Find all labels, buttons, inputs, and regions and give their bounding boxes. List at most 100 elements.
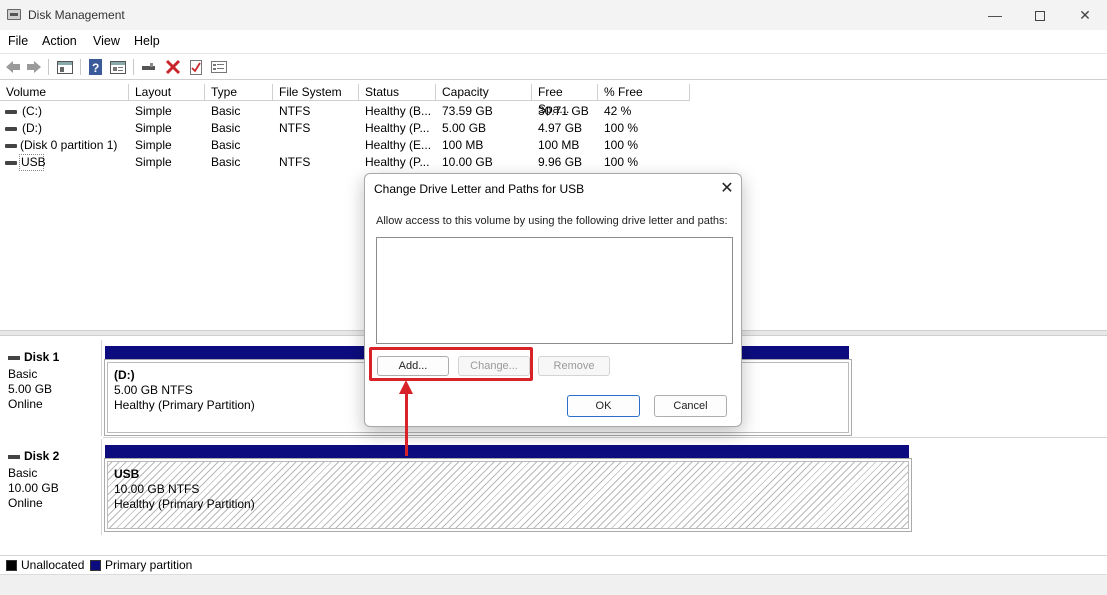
cell-volume: (C:) xyxy=(22,104,42,118)
cell-free-space: 30.71 GB xyxy=(538,104,589,118)
toolbar: ? xyxy=(0,53,1107,80)
cell-layout: Simple xyxy=(135,104,172,118)
disk-1-size: 5.00 GB xyxy=(8,382,53,396)
cell-percent-free: 100 % xyxy=(604,121,639,135)
connect-icon[interactable] xyxy=(140,58,158,76)
svg-text:?: ? xyxy=(92,61,99,75)
cell-percent-free: 100 % xyxy=(604,138,639,152)
table-row[interactable]: (Disk 0 partition 1) Simple Basic Health… xyxy=(0,137,700,154)
cell-file-system: NTFS xyxy=(279,121,311,135)
check-icon[interactable] xyxy=(187,58,205,76)
table-row-selected[interactable]: USB Simple Basic NTFS Healthy (P... 10.0… xyxy=(0,154,700,171)
cell-file-system: NTFS xyxy=(279,155,311,169)
annotation-highlight-box xyxy=(369,347,533,381)
properties-icon[interactable] xyxy=(109,58,127,76)
cell-status: Healthy (B... xyxy=(365,104,432,118)
column-header-volume[interactable]: Volume xyxy=(0,84,129,101)
close-button[interactable]: ✕ xyxy=(1062,3,1107,27)
console-tree-icon[interactable] xyxy=(56,58,74,76)
partition-status: Healthy (Primary Partition) xyxy=(114,497,255,511)
column-header-type[interactable]: Type xyxy=(205,84,273,101)
cell-percent-free: 42 % xyxy=(604,104,632,118)
list-icon[interactable] xyxy=(210,58,228,76)
forward-icon[interactable] xyxy=(25,58,43,76)
partition-size: 5.00 GB NTFS xyxy=(114,383,193,397)
status-bar xyxy=(0,574,1107,595)
disk-separator xyxy=(103,437,1107,438)
cell-file-system: NTFS xyxy=(279,104,311,118)
column-header-status[interactable]: Status xyxy=(359,84,436,101)
partition-area-selected: USB 10.00 GB NTFS Healthy (Primary Parti… xyxy=(107,461,909,529)
disk-management-app-icon xyxy=(7,9,21,20)
column-header-percent-free[interactable]: % Free xyxy=(598,84,690,101)
remove-button[interactable]: Remove xyxy=(538,356,610,376)
legend-unallocated: Unallocated xyxy=(21,558,85,572)
legend-primary-partition: Primary partition xyxy=(105,558,193,572)
disk-1-type: Basic xyxy=(8,367,38,381)
minimize-button[interactable]: — xyxy=(972,3,1018,27)
legend: Unallocated Primary partition xyxy=(0,555,1107,573)
cell-capacity: 10.00 GB xyxy=(442,155,493,169)
cell-type: Basic xyxy=(211,104,241,118)
disk-2-partition-usb[interactable]: USB 10.00 GB NTFS Healthy (Primary Parti… xyxy=(104,458,912,532)
dialog-close-button[interactable]: ✕ xyxy=(716,178,738,200)
window-title: Disk Management xyxy=(28,8,125,22)
cell-capacity: 100 MB xyxy=(442,138,484,152)
cell-free-space: 100 MB xyxy=(538,138,580,152)
cancel-button[interactable]: Cancel xyxy=(654,395,727,417)
drive-paths-list[interactable] xyxy=(376,237,733,344)
ok-button[interactable]: OK xyxy=(567,395,640,417)
dialog-description: Allow access to this volume by using the… xyxy=(376,215,728,227)
cell-capacity: 5.00 GB xyxy=(442,121,487,135)
unallocated-swatch xyxy=(6,560,17,571)
disk-1-label[interactable]: Disk 1 Basic 5.00 GB Online xyxy=(0,340,102,436)
disk-2-label[interactable]: Disk 2 Basic 10.00 GB Online xyxy=(0,439,102,535)
disk-icon xyxy=(8,355,20,360)
delete-icon[interactable] xyxy=(164,58,182,76)
volume-icon xyxy=(5,110,17,114)
partition-status: Healthy (Primary Partition) xyxy=(114,398,255,412)
toolbar-separator xyxy=(133,59,134,75)
cell-status: Healthy (P... xyxy=(365,121,430,135)
partition-size: 10.00 GB NTFS xyxy=(114,482,200,496)
maximize-icon xyxy=(1035,11,1045,22)
cell-status: Healthy (P... xyxy=(365,155,430,169)
back-icon[interactable] xyxy=(4,58,22,76)
column-header-capacity[interactable]: Capacity xyxy=(436,84,532,101)
cell-volume: USB xyxy=(21,155,46,169)
cell-layout: Simple xyxy=(135,138,172,152)
cell-layout: Simple xyxy=(135,155,172,169)
dialog-title: Change Drive Letter and Paths for USB xyxy=(374,182,585,196)
primary-partition-swatch xyxy=(90,560,101,571)
cell-free-space: 4.97 GB xyxy=(538,121,583,135)
cell-capacity: 73.59 GB xyxy=(442,104,493,118)
menu-action[interactable]: Action xyxy=(42,34,77,48)
disk-2-partition-bar xyxy=(105,445,909,458)
change-drive-letter-dialog: Change Drive Letter and Paths for USB ✕ … xyxy=(364,173,742,427)
disk-2-state: Online xyxy=(8,496,43,510)
partition-label: (D:) xyxy=(114,368,135,382)
menu-help[interactable]: Help xyxy=(134,34,160,48)
disk-icon xyxy=(8,454,20,459)
annotation-arrow-shaft xyxy=(405,392,408,456)
cell-volume: (Disk 0 partition 1) xyxy=(20,138,118,152)
column-header-file-system[interactable]: File System xyxy=(273,84,359,101)
cell-percent-free: 100 % xyxy=(604,155,639,169)
cell-type: Basic xyxy=(211,155,241,169)
cell-type: Basic xyxy=(211,121,241,135)
column-header-layout[interactable]: Layout xyxy=(129,84,205,101)
volume-icon xyxy=(5,161,17,165)
menu-view[interactable]: View xyxy=(93,34,120,48)
table-row[interactable]: (D:) Simple Basic NTFS Healthy (P... 5.0… xyxy=(0,120,700,137)
maximize-button[interactable] xyxy=(1017,3,1063,27)
cell-free-space: 9.96 GB xyxy=(538,155,583,169)
cell-layout: Simple xyxy=(135,121,172,135)
help-icon[interactable]: ? xyxy=(87,58,105,76)
volume-icon xyxy=(5,127,17,131)
column-header-free-space[interactable]: Free Spa... xyxy=(532,84,598,116)
table-row[interactable]: (C:) Simple Basic NTFS Healthy (B... 73.… xyxy=(0,103,700,120)
cell-status: Healthy (E... xyxy=(365,138,432,152)
title-bar: Disk Management — ✕ xyxy=(0,0,1107,30)
disk-2-size: 10.00 GB xyxy=(8,481,59,495)
menu-file[interactable]: File xyxy=(8,34,28,48)
